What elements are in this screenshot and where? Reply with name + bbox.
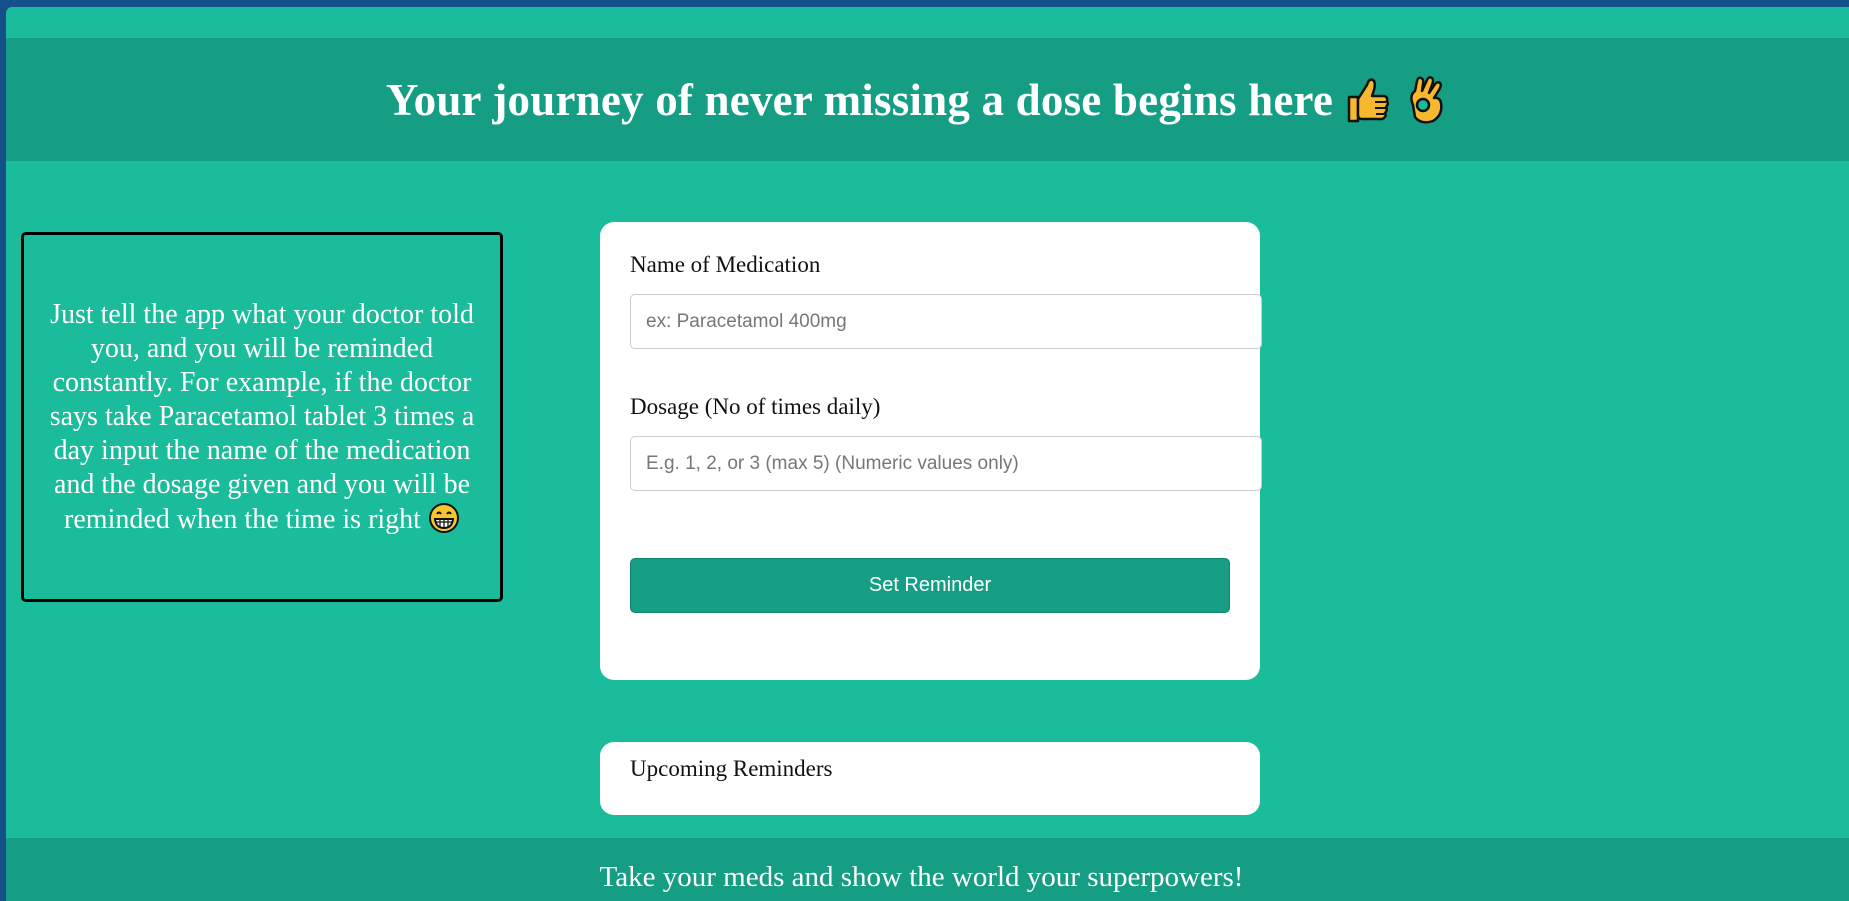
footer-text: Take your meds and show the world your s… xyxy=(599,861,1244,893)
medication-name-label: Name of Medication xyxy=(630,252,821,277)
thumbs-up-icon xyxy=(1345,75,1391,125)
upcoming-reminders-panel: Upcoming Reminders xyxy=(600,742,1260,815)
set-reminder-button[interactable]: Set Reminder xyxy=(630,558,1230,613)
reminder-form: Name of Medication Dosage (No of times d… xyxy=(600,222,1262,680)
page-title-row: Your journey of never missing a dose beg… xyxy=(386,74,1449,126)
info-text-wrapper: Just tell the app what your doctor told … xyxy=(38,298,486,537)
info-text: Just tell the app what your doctor told … xyxy=(49,298,475,535)
page-header: Your journey of never missing a dose beg… xyxy=(6,38,1849,161)
upcoming-reminders-title: Upcoming Reminders xyxy=(630,756,833,781)
page-title: Your journey of never missing a dose beg… xyxy=(385,74,1334,125)
ok-hand-icon xyxy=(1403,75,1449,125)
app-page: Your journey of never missing a dose beg… xyxy=(6,7,1849,901)
medication-name-input[interactable] xyxy=(630,294,1262,349)
dosage-input[interactable] xyxy=(630,436,1262,491)
dosage-label: Dosage (No of times daily) xyxy=(630,394,881,419)
page-footer: Take your meds and show the world your s… xyxy=(6,838,1849,901)
info-panel: Just tell the app what your doctor told … xyxy=(21,232,503,602)
grinning-face-icon xyxy=(428,502,460,534)
